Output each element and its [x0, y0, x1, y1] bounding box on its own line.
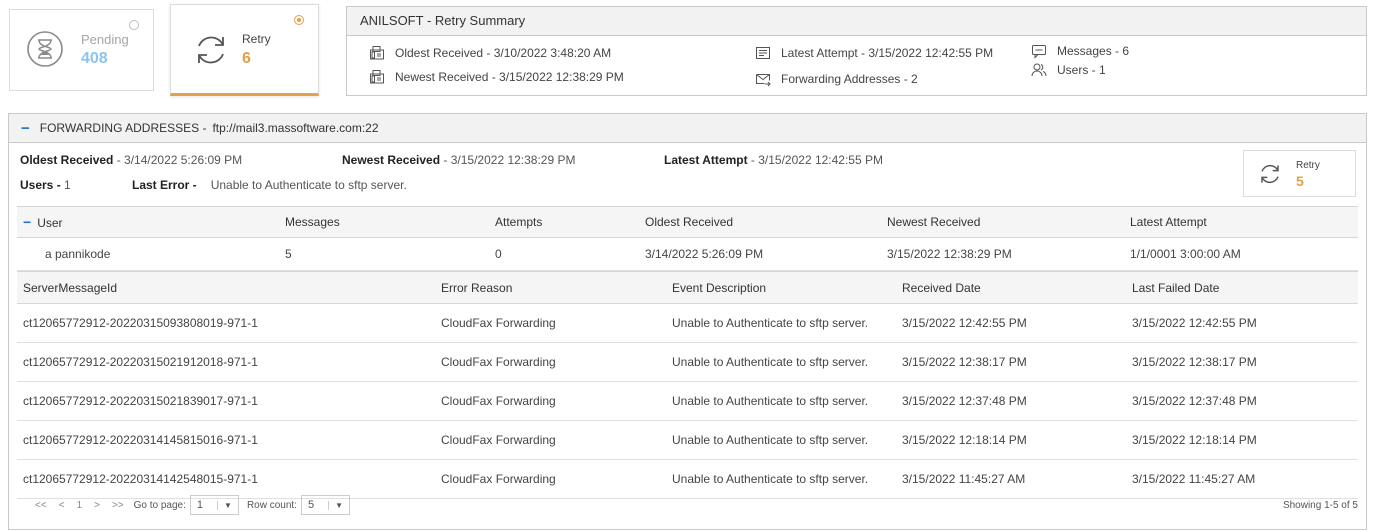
retry-summary-panel: ANILSOFT - Retry Summary Oldest Received… [346, 6, 1367, 96]
current-page[interactable]: 1 [71, 500, 89, 511]
fa-retry-card[interactable]: Retry 5 [1243, 150, 1356, 197]
fa-users: Users - 1 [20, 178, 71, 192]
cell-error-reason: CloudFax Forwarding [435, 342, 666, 382]
message-table: ServerMessageId Error Reason Event Descr… [17, 271, 1358, 499]
row-count-label: Row count: [246, 499, 297, 511]
table-row[interactable]: a pannikode 5 0 3/14/2022 5:26:09 PM 3/1… [17, 237, 1358, 271]
cell-last-failed-date: 3/15/2022 12:38:17 PM [1126, 342, 1358, 382]
fax-icon [370, 70, 384, 84]
cell-error-reason: CloudFax Forwarding [435, 303, 666, 343]
summary-messages: Messages - 6 [1031, 43, 1129, 59]
cell-server-message-id: ct12065772912-20220314145815016-971-1 [17, 420, 435, 460]
mail-forward-icon [756, 74, 771, 87]
fa-newest-received: Newest Received - 3/15/2022 12:38:29 PM [342, 153, 576, 167]
table-row[interactable]: ct12065772912-20220315021912018-971-1 Cl… [17, 342, 1358, 382]
col-received-date[interactable]: Received Date [896, 271, 1126, 304]
cell-user: a pannikode [17, 237, 279, 271]
fa-oldest-received: Oldest Received - 3/14/2022 5:26:09 PM [20, 153, 243, 167]
goto-page-label: Go to page: [133, 499, 186, 511]
cell-attempts: 0 [489, 237, 639, 271]
col-event-description[interactable]: Event Description [666, 271, 896, 304]
table-row[interactable]: ct12065772912-20220315093808019-971-1 Cl… [17, 303, 1358, 343]
showing-count: Showing 1-5 of 5 [1282, 499, 1358, 511]
prev-page-button[interactable]: < [53, 500, 71, 511]
forwarding-url: ftp://mail3.massoftware.com:22 [212, 121, 379, 135]
fa-retry-label: Retry [1296, 160, 1320, 171]
collapse-icon[interactable]: − [21, 120, 30, 137]
col-error-reason[interactable]: Error Reason [435, 271, 666, 304]
col-oldest-received[interactable]: Oldest Received [639, 206, 881, 238]
col-newest-received[interactable]: Newest Received [881, 206, 1124, 238]
table-row[interactable]: ct12065772912-20220314145815016-971-1 Cl… [17, 420, 1358, 460]
forwarding-addresses-section: − FORWARDING ADDRESSES - ftp://mail3.mas… [8, 113, 1367, 530]
cell-last-failed-date: 3/15/2022 12:18:14 PM [1126, 420, 1358, 460]
retry-label: Retry [242, 32, 271, 46]
user-table-header: − User Messages Attempts Oldest Received … [17, 206, 1358, 238]
cell-server-message-id: ct12065772912-20220315021839017-971-1 [17, 381, 435, 421]
pagination-bar: << < 1 > >> Go to page: 1 ▼ Row count: 5 ▼… [17, 490, 1358, 520]
chevron-down-icon[interactable]: ▼ [328, 500, 349, 510]
collapse-icon[interactable]: − [23, 214, 31, 230]
col-messages[interactable]: Messages [279, 206, 489, 238]
hourglass-icon [27, 31, 63, 67]
chevron-down-icon[interactable]: ▼ [217, 500, 238, 510]
refresh-icon [198, 36, 224, 64]
summary-users: Users - 1 [1031, 62, 1106, 78]
forwarding-title: FORWARDING ADDRESSES - [39, 121, 207, 135]
goto-page-select[interactable]: 1 ▼ [189, 495, 239, 515]
cell-received-date: 3/15/2022 12:18:14 PM [896, 420, 1126, 460]
forwarding-addresses-header[interactable]: − FORWARDING ADDRESSES - ftp://mail3.mas… [9, 114, 1366, 143]
summary-newest-received: Newest Received - 3/15/2022 12:38:29 PM [369, 69, 624, 85]
retry-count: 6 [242, 50, 251, 67]
col-latest-attempt[interactable]: Latest Attempt [1124, 206, 1358, 238]
table-row[interactable]: ct12065772912-20220315021839017-971-1 Cl… [17, 381, 1358, 421]
last-page-button[interactable]: >> [106, 500, 130, 511]
cell-error-reason: CloudFax Forwarding [435, 381, 666, 421]
cell-received-date: 3/15/2022 12:37:48 PM [896, 381, 1126, 421]
cell-newest-received: 3/15/2022 12:38:29 PM [881, 237, 1124, 271]
pending-count: 408 [81, 50, 108, 67]
col-server-message-id[interactable]: ServerMessageId [17, 271, 435, 304]
cell-received-date: 3/15/2022 12:38:17 PM [896, 342, 1126, 382]
pending-label: Pending [81, 32, 129, 47]
cell-event-description: Unable to Authenticate to sftp server. [666, 342, 896, 382]
cell-received-date: 3/15/2022 12:42:55 PM [896, 303, 1126, 343]
user-table: − User Messages Attempts Oldest Received … [17, 206, 1358, 271]
fa-last-error: Last Error - Unable to Authenticate to sf… [132, 178, 407, 192]
cell-event-description: Unable to Authenticate to sftp server. [666, 303, 896, 343]
cell-messages: 5 [279, 237, 489, 271]
fax-icon [370, 46, 384, 60]
pending-radio[interactable] [129, 20, 139, 30]
retry-card[interactable]: Retry 6 [170, 4, 319, 96]
cell-event-description: Unable to Authenticate to sftp server. [666, 381, 896, 421]
col-attempts[interactable]: Attempts [489, 206, 639, 238]
next-page-button[interactable]: > [88, 500, 106, 511]
pending-card[interactable]: Pending 408 [9, 9, 154, 91]
summary-title: ANILSOFT - Retry Summary [347, 7, 1366, 36]
cell-event-description: Unable to Authenticate to sftp server. [666, 420, 896, 460]
cell-error-reason: CloudFax Forwarding [435, 420, 666, 460]
col-user[interactable]: − User [17, 206, 279, 238]
cell-last-failed-date: 3/15/2022 12:37:48 PM [1126, 381, 1358, 421]
first-page-button[interactable]: << [29, 500, 53, 511]
row-count-select[interactable]: 5 ▼ [300, 495, 351, 515]
summary-latest-attempt: Latest Attempt - 3/15/2022 12:42:55 PM [755, 45, 993, 61]
fa-latest-attempt: Latest Attempt - 3/15/2022 12:42:55 PM [664, 153, 883, 167]
cell-latest-attempt: 1/1/0001 3:00:00 AM [1124, 237, 1358, 271]
users-icon [1031, 63, 1047, 77]
document-list-icon [756, 47, 770, 59]
col-last-failed-date[interactable]: Last Failed Date [1126, 271, 1358, 304]
message-table-header: ServerMessageId Error Reason Event Descr… [17, 271, 1358, 304]
retry-radio[interactable] [294, 15, 304, 25]
summary-forwarding-addresses: Forwarding Addresses - 2 [755, 71, 918, 87]
cell-oldest-received: 3/14/2022 5:26:09 PM [639, 237, 881, 271]
refresh-icon [1261, 164, 1279, 184]
fa-retry-count: 5 [1296, 173, 1304, 189]
summary-oldest-received: Oldest Received - 3/10/2022 3:48:20 AM [369, 45, 611, 61]
cell-server-message-id: ct12065772912-20220315021912018-971-1 [17, 342, 435, 382]
cell-last-failed-date: 3/15/2022 12:42:55 PM [1126, 303, 1358, 343]
message-icon [1032, 45, 1046, 59]
cell-server-message-id: ct12065772912-20220315093808019-971-1 [17, 303, 435, 343]
